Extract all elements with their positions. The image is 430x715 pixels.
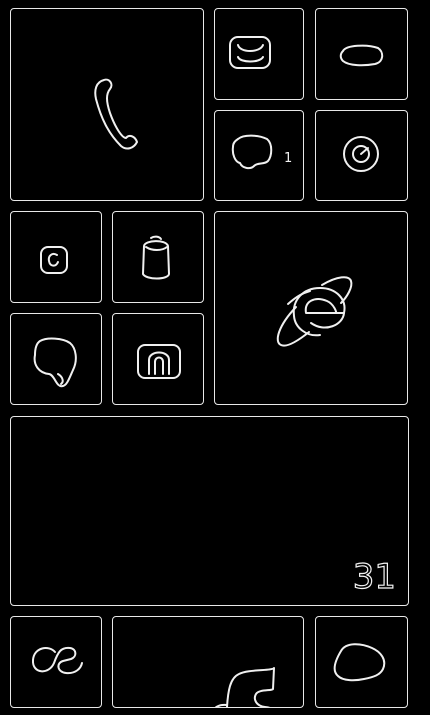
app-icon	[40, 246, 68, 274]
tile-small-a[interactable]	[10, 211, 102, 303]
tile-small-b[interactable]	[112, 211, 204, 303]
tile-camera[interactable]	[112, 313, 204, 405]
tile-people[interactable]: 1	[214, 110, 304, 201]
message-icon	[229, 36, 271, 69]
tile-music[interactable]	[112, 616, 304, 708]
tile-lastfm[interactable]	[10, 616, 102, 708]
internet-explorer-icon	[276, 276, 353, 347]
phone-icon	[94, 78, 138, 150]
clock-icon	[343, 136, 379, 172]
lastfm-icon	[31, 646, 83, 675]
music-icon	[214, 667, 275, 707]
tile-calendar[interactable]: 31	[10, 416, 409, 606]
tile-clock[interactable]	[315, 110, 408, 201]
tile-skype[interactable]	[315, 616, 408, 708]
maps-icon	[33, 337, 77, 388]
calendar-day-number: 31	[352, 557, 396, 597]
skype-icon	[333, 643, 386, 682]
tile-phone[interactable]	[10, 8, 204, 201]
tile-messaging[interactable]	[214, 8, 304, 100]
tile-maps[interactable]	[10, 313, 102, 405]
start-screen: 1 31	[0, 0, 430, 715]
people-icon	[231, 134, 273, 170]
people-count-badge: 1	[284, 151, 293, 166]
tile-internet-explorer[interactable]	[214, 211, 408, 405]
store-icon	[142, 235, 170, 280]
camera-icon	[137, 344, 181, 379]
mail-icon	[339, 44, 384, 67]
tile-mail[interactable]	[315, 8, 408, 100]
